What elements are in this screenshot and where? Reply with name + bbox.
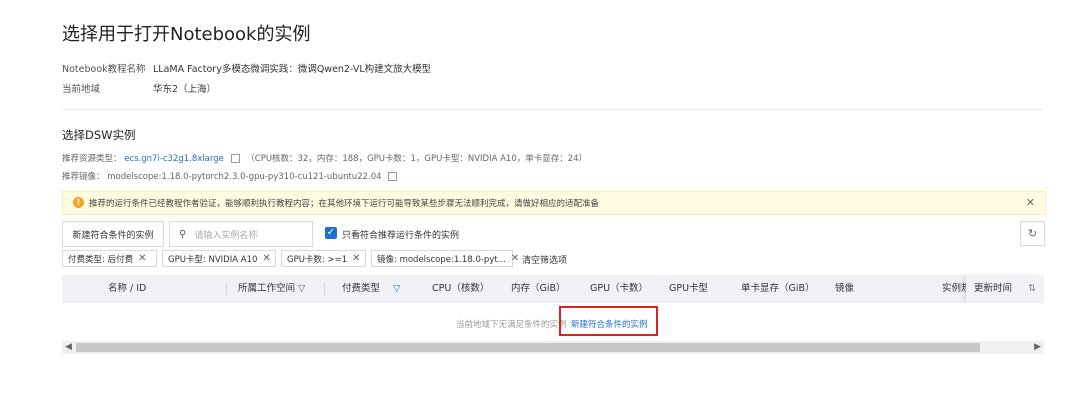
close-icon[interactable]: ✕ (262, 253, 270, 264)
scrollbar-thumb[interactable] (76, 343, 980, 352)
resource-type-link[interactable]: ecs.gn7i-c32g1.8xlarge (124, 154, 224, 164)
refresh-button[interactable]: ↻ (1020, 221, 1045, 246)
column-divider (226, 282, 227, 296)
column-billing: 付费类型 (342, 283, 381, 294)
column-gpu-type: GPU卡型 (669, 283, 709, 294)
column-updated-time: 更新时间 (974, 283, 1013, 294)
filter-tag-gpu-count[interactable]: GPU卡数: >=1 ✕ (281, 250, 366, 267)
column-name: 名称 / ID (108, 283, 147, 294)
recommended-only-checkbox[interactable]: ✓ (325, 227, 337, 239)
checkbox-label: 只看符合推荐运行条件的实例 (342, 231, 460, 241)
warning-banner: ! 推荐的运行条件已经教程作者验证，能够顺利执行教程内容；在其他环境下运行可能导… (62, 191, 1046, 215)
close-icon[interactable]: ✕ (511, 253, 519, 264)
scroll-right-icon[interactable]: ▶ (1034, 341, 1041, 354)
sort-icon[interactable]: ⇅ (1028, 275, 1036, 303)
scroll-left-icon[interactable]: ◀ (65, 341, 72, 354)
section-title: 选择DSW实例 (62, 128, 136, 142)
empty-state-text: 当前地域下无满足条件的实例 (456, 320, 567, 330)
column-gpu-count: GPU（卡数） (590, 283, 649, 294)
banner-text: 推荐的运行条件已经教程作者验证，能够顺利执行教程内容；在其他环境下运行可能导致某… (89, 199, 600, 209)
search-icon: ⚲ (179, 228, 187, 240)
copy-icon[interactable] (388, 172, 398, 181)
resource-label: 推荐资源类型： (62, 154, 122, 164)
tutorial-name: LLaMA Factory多模态微调实践：微调Qwen2-VL构建文旅大模型 (153, 64, 432, 75)
region-label: 当前地域 (62, 84, 101, 95)
filter-tag-label: GPU卡数: >=1 (287, 254, 348, 265)
column-image: 镜像 (835, 283, 855, 294)
filter-tag-image[interactable]: 镜像: modelscope:1.18.0-pyt... ✕ (371, 250, 519, 267)
page-title: 选择用于打开Notebook的实例 (62, 24, 311, 45)
table-header: 名称 / ID 所属工作空间 ▽ 付费类型 ▽ CPU（核数） 内存（GiB） … (62, 275, 1044, 303)
horizontal-scrollbar[interactable]: ◀ ▶ (62, 341, 1044, 354)
new-instance-button[interactable]: 新建符合条件的实例 (62, 221, 164, 247)
filter-tag-label: GPU卡型: NVIDIA A10 (168, 254, 258, 265)
sticky-column: 更新时间 ⇅ (966, 275, 1044, 303)
column-cpu: CPU（核数） (432, 283, 490, 294)
search-input[interactable]: ⚲ 请输入实例名称 (169, 221, 313, 247)
recommended-image: 推荐镜像： modelscope:1.18.0-pytorch2.3.0-gpu… (62, 170, 401, 182)
filter-icon[interactable]: ▽ (298, 275, 305, 303)
warning-icon: ! (73, 197, 84, 208)
close-icon[interactable]: ✕ (138, 253, 146, 264)
clear-filters-link[interactable]: 清空筛选项 (522, 253, 567, 266)
new-instance-link[interactable]: 新建符合条件的实例 (571, 318, 648, 330)
column-memory: 内存（GiB） (511, 283, 566, 294)
region-value: 华东2（上海） (153, 84, 217, 95)
column-divider (324, 282, 325, 296)
filter-tag-billing[interactable]: 付费类型: 后付费 ✕ (62, 250, 157, 267)
tutorial-label: Notebook教程名称 (62, 64, 146, 75)
search-placeholder: 请输入实例名称 (194, 230, 258, 241)
copy-icon[interactable] (230, 154, 240, 163)
filter-tag-label: 付费类型: 后付费 (68, 254, 134, 265)
filter-tag-label: 镜像: modelscope:1.18.0-pyt... (377, 254, 506, 265)
close-icon[interactable]: ✕ (1026, 196, 1035, 209)
table-body: 当前地域下无满足条件的实例 新建符合条件的实例 (62, 303, 1044, 341)
resource-spec: （CPU核数：32，内存：188，GPU卡数：1，GPU卡型：NVIDIA A1… (246, 154, 588, 164)
column-workspace: 所属工作空间 (238, 283, 296, 294)
close-icon[interactable]: ✕ (352, 253, 360, 264)
column-instance-spec: 实例规 (942, 283, 966, 294)
recommended-resource: 推荐资源类型： ecs.gn7i-c32g1.8xlarge （CPU核数：32… (62, 152, 587, 164)
image-value: modelscope:1.18.0-pytorch2.3.0-gpu-py310… (107, 172, 382, 182)
filter-icon[interactable]: ▽ (393, 275, 400, 303)
filter-tag-gpu-type[interactable]: GPU卡型: NVIDIA A10 ✕ (162, 250, 276, 267)
image-label: 推荐镜像： (62, 172, 105, 182)
divider (62, 109, 1044, 110)
column-gpu-memory: 单卡显存（GiB） (741, 283, 815, 294)
